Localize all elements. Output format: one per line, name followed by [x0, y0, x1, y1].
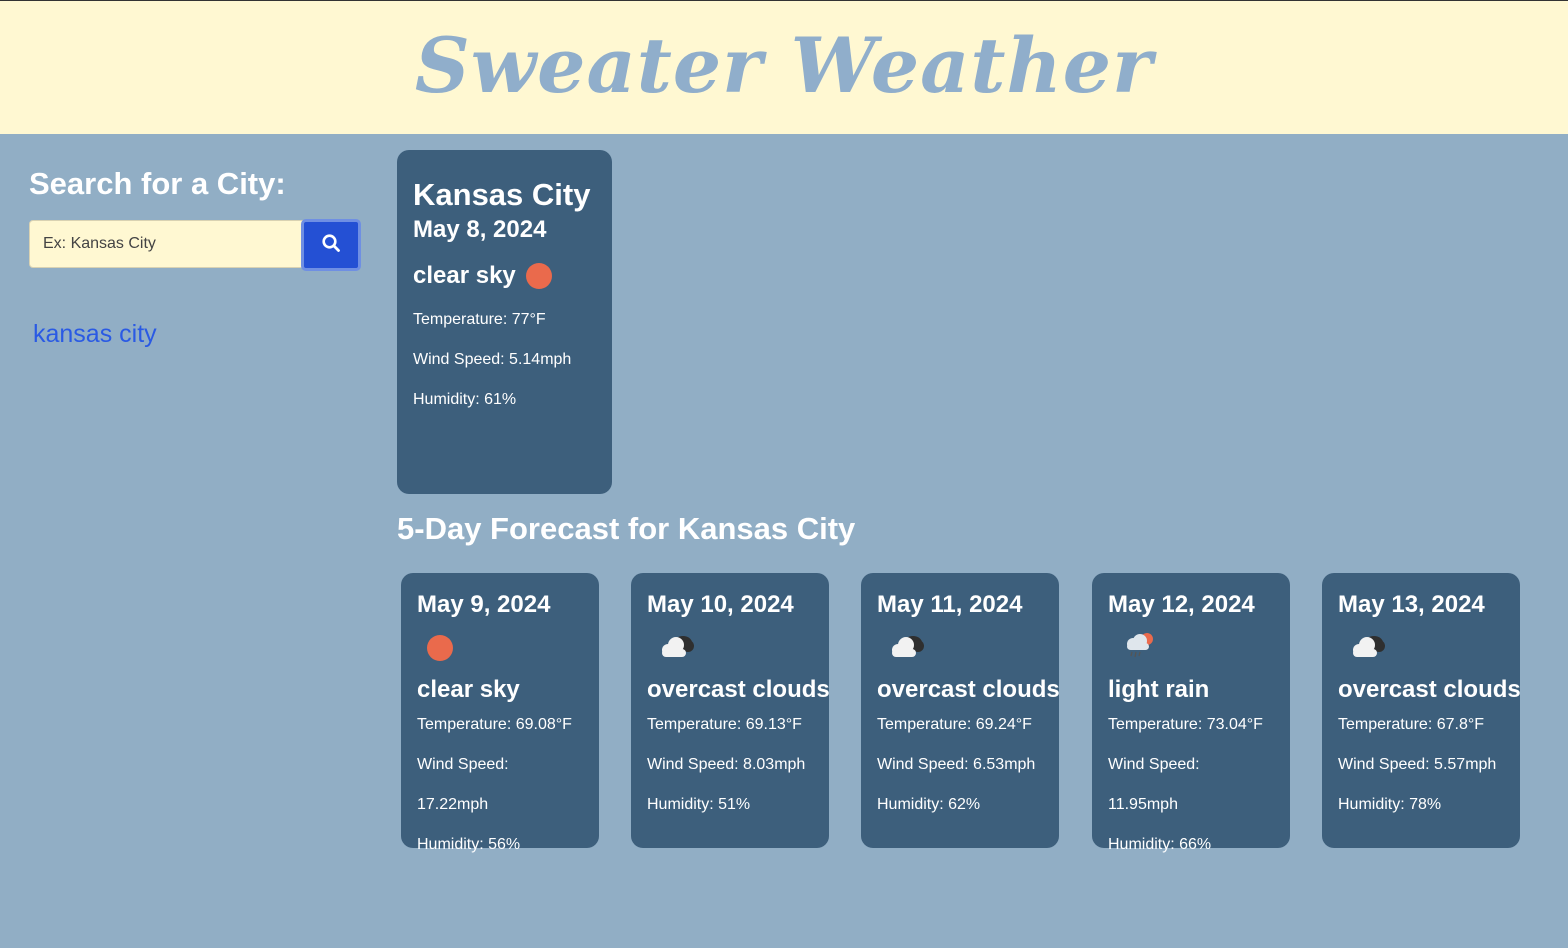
forecast-card: May 12, 2024 light rain Temperature: 73.… — [1092, 573, 1290, 853]
current-weather-card: Kansas City May 8, 2024 clear sky Temper… — [397, 150, 612, 494]
forecast-date: May 10, 2024 — [647, 591, 794, 618]
search-heading: Search for a City: — [29, 166, 286, 201]
current-temperature: Temperature: 77°F — [413, 311, 546, 328]
current-humidity: Humidity: 61% — [413, 391, 517, 408]
forecast-condition: overcast clouds — [877, 676, 1060, 703]
forecast-condition: overcast clouds — [647, 676, 830, 703]
forecast-temperature: Temperature: 69.13°F — [647, 716, 802, 733]
forecast-icon-wrap — [1108, 623, 1274, 673]
forecast-card: May 13, 2024 overcast clouds Temperature… — [1322, 573, 1521, 848]
forecast-stats: Temperature: 69.13°F Wind Speed: 8.03mph… — [647, 705, 813, 825]
forecast-humidity: Humidity: 66% — [1108, 836, 1212, 853]
forecast-wind-speed: Wind Speed: 8.03mph — [647, 756, 806, 773]
current-stats: Temperature: 77°F Wind Speed: 5.14mph Hu… — [413, 300, 596, 420]
forecast-stats: Temperature: 69.08°F Wind Speed: 17.22mp… — [417, 705, 583, 865]
search-sidebar: Search for a City: kansas city — [29, 166, 364, 348]
search-form — [29, 219, 361, 271]
overcast-clouds-icon — [1348, 632, 1388, 665]
forecast-date: May 12, 2024 — [1108, 591, 1255, 618]
forecast-row: May 9, 2024 clear sky Temperature: 69.08… — [401, 573, 1521, 853]
forecast-humidity: Humidity: 56% — [417, 836, 521, 853]
forecast-stats: Temperature: 69.24°F Wind Speed: 6.53mph… — [877, 705, 1043, 825]
sun-icon — [427, 635, 453, 661]
forecast-temperature: Temperature: 69.24°F — [877, 716, 1032, 733]
forecast-card: May 10, 2024 overcast clouds Temperature… — [631, 573, 830, 848]
forecast-wind-speed: Wind Speed: 5.57mph — [1338, 756, 1497, 773]
forecast-icon-wrap — [1338, 623, 1504, 673]
city-search-input[interactable] — [29, 220, 303, 268]
forecast-temperature: Temperature: 73.04°F — [1108, 716, 1263, 733]
forecast-condition: light rain — [1108, 676, 1210, 703]
forecast-card: May 9, 2024 clear sky Temperature: 69.08… — [401, 573, 599, 853]
forecast-temperature: Temperature: 69.08°F — [417, 716, 572, 733]
current-wind-speed: Wind Speed: 5.14mph — [413, 351, 572, 368]
forecast-heading: 5-Day Forecast for Kansas City — [397, 511, 856, 546]
current-condition: clear sky — [413, 262, 596, 290]
current-city-name: Kansas City — [413, 177, 591, 212]
overcast-clouds-icon — [657, 632, 697, 665]
app-title: Sweater Weather — [414, 21, 1154, 110]
forecast-icon-wrap — [647, 623, 813, 673]
search-icon — [321, 233, 341, 258]
forecast-icon-wrap — [417, 623, 583, 673]
forecast-humidity: Humidity: 78% — [1338, 796, 1442, 813]
forecast-wind-speed: Wind Speed: 11.95mph — [1108, 756, 1200, 813]
forecast-condition: overcast clouds — [1338, 676, 1521, 703]
current-condition-text: clear sky — [413, 262, 516, 289]
forecast-temperature: Temperature: 67.8°F — [1338, 716, 1485, 733]
app-header: Sweater Weather — [0, 0, 1568, 134]
sun-icon — [525, 263, 552, 289]
forecast-date: May 11, 2024 — [877, 591, 1023, 618]
forecast-condition: clear sky — [417, 676, 520, 703]
forecast-humidity: Humidity: 51% — [647, 796, 751, 813]
forecast-wind-speed: Wind Speed: 6.53mph — [877, 756, 1036, 773]
light-rain-icon — [1118, 631, 1158, 666]
overcast-clouds-icon — [887, 632, 927, 665]
forecast-card: May 11, 2024 overcast clouds Temperature… — [861, 573, 1060, 848]
forecast-icon-wrap — [877, 623, 1043, 673]
forecast-wind-speed: Wind Speed: 17.22mph — [417, 756, 509, 813]
current-date: May 8, 2024 — [413, 216, 547, 243]
forecast-humidity: Humidity: 62% — [877, 796, 981, 813]
forecast-stats: Temperature: 67.8°F Wind Speed: 5.57mph … — [1338, 705, 1504, 825]
forecast-stats: Temperature: 73.04°F Wind Speed: 11.95mp… — [1108, 705, 1274, 865]
search-button[interactable] — [301, 219, 361, 271]
history-item-kansas-city[interactable]: kansas city — [33, 320, 157, 349]
forecast-date: May 13, 2024 — [1338, 591, 1485, 618]
forecast-date: May 9, 2024 — [417, 591, 551, 618]
